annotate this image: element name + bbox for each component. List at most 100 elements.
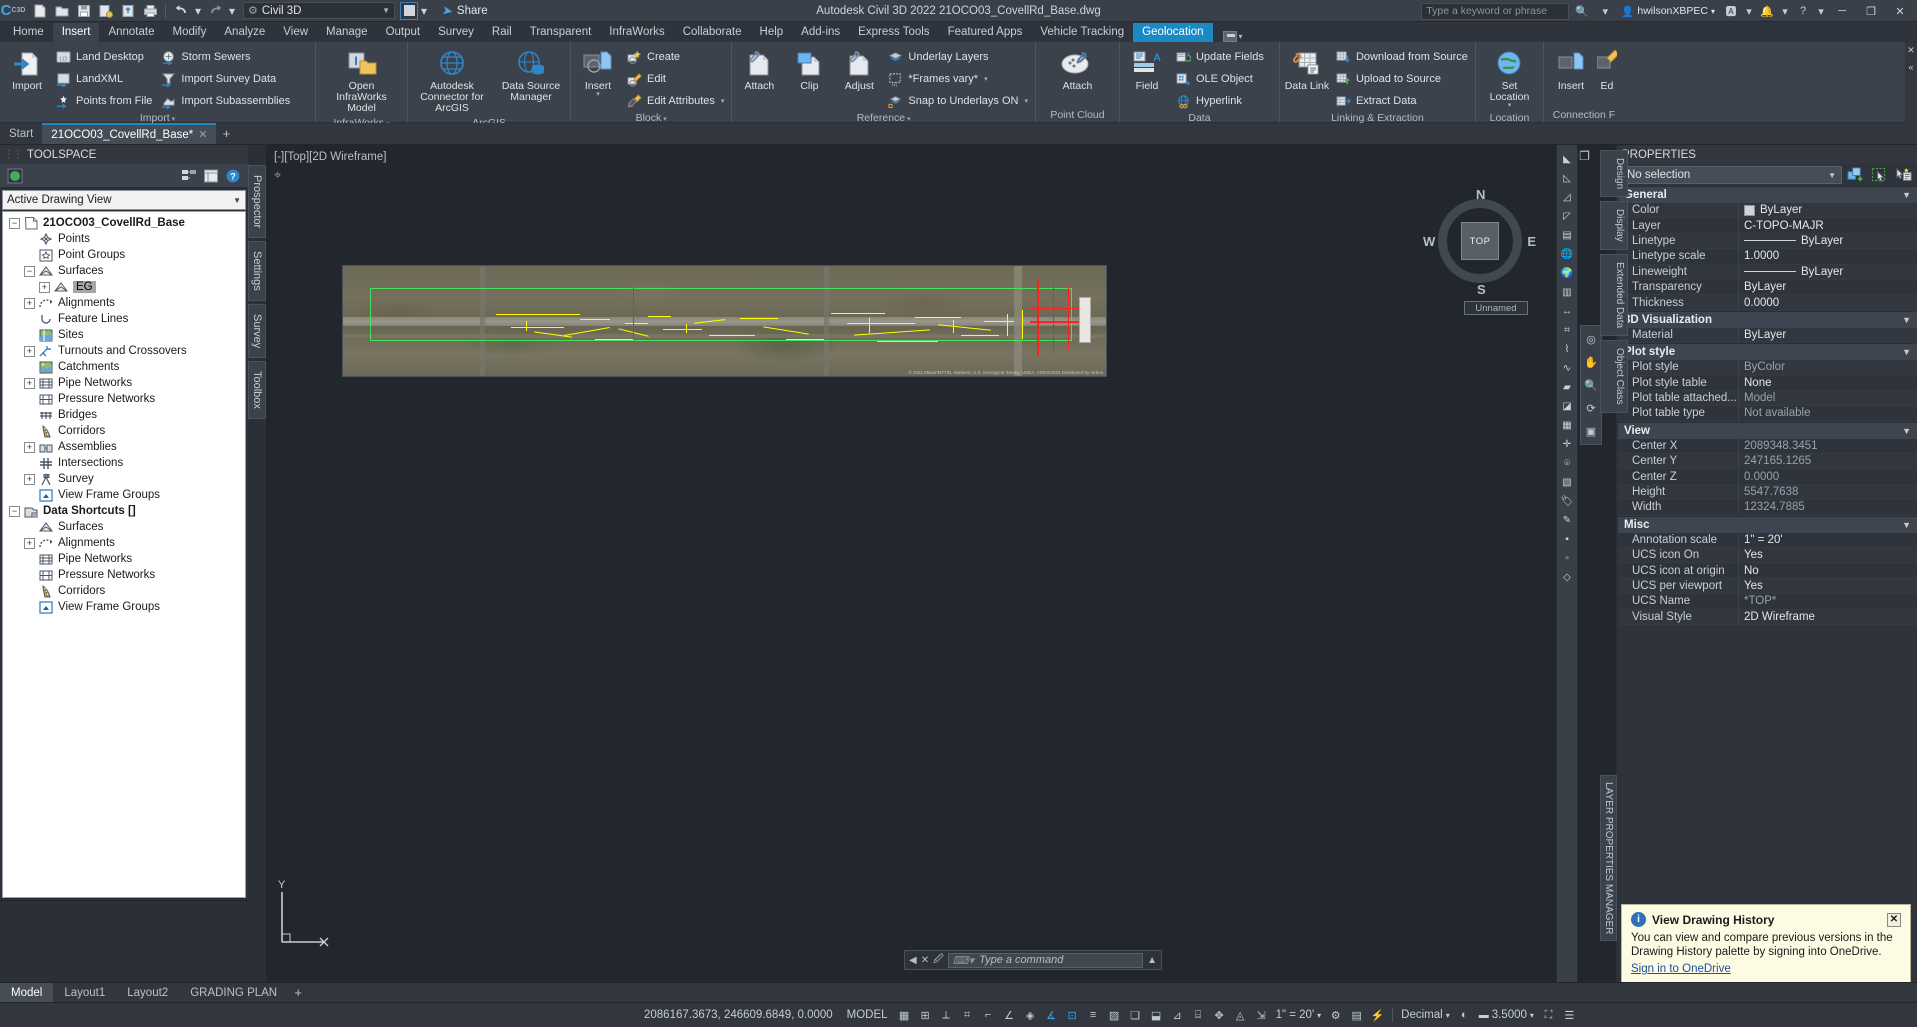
triangle-tools-icon[interactable]: ◺ xyxy=(1558,170,1576,187)
bell-notification-icon[interactable]: 🔔 xyxy=(1757,1,1777,21)
drawing-canvas[interactable]: [-][Top][2D Wireframe] ─ ❐ ✕ ⌖ xyxy=(266,145,1616,982)
open-infraworks-model-button[interactable]: I Open InfraWorks Model xyxy=(330,46,394,116)
tree-item-corridors[interactable]: Corridors xyxy=(3,583,245,599)
viewport-label[interactable]: [-][Top][2D Wireframe] xyxy=(274,151,386,163)
selection-filtering-icon[interactable]: ⌸ xyxy=(1188,1003,1209,1027)
property-group-general[interactable]: General ▼ xyxy=(1618,186,1917,203)
ribbon-tab-help[interactable]: Help xyxy=(751,23,793,42)
properties-tab-display[interactable]: Display xyxy=(1600,201,1628,250)
orbit-icon[interactable]: ⟳ xyxy=(1582,398,1600,418)
label-tools-icon[interactable]: 🏷 xyxy=(1558,493,1576,510)
collapse-icon[interactable]: − xyxy=(9,217,20,229)
survey-tools-icon[interactable]: ⌾ xyxy=(1558,455,1576,472)
tree-item-21oco03-covellrd-base[interactable]: − 21OCO03_CovellRd_Base xyxy=(3,215,245,231)
command-input[interactable]: ⌨▾ Type a command xyxy=(947,952,1144,968)
chevron-down-icon[interactable]: ▾ xyxy=(1239,32,1243,41)
ribbon-tab-geolocation[interactable]: Geolocation xyxy=(1133,23,1213,42)
sign-in-onedrive-link[interactable]: Sign in to OneDrive xyxy=(1631,963,1901,975)
tree-item-view-frame-groups[interactable]: View Frame Groups xyxy=(3,487,245,503)
help-search-dropdown-icon[interactable]: ▾ xyxy=(1595,1,1615,21)
property-value[interactable]: C-TOPO-MAJR xyxy=(1738,218,1917,233)
autodesk-logo-icon[interactable]: C C3D xyxy=(0,0,26,22)
expand-icon[interactable]: + xyxy=(39,281,50,293)
ribbon-tab-annotate[interactable]: Annotate xyxy=(99,23,163,42)
layout-tab-grading-plan[interactable]: GRADING PLAN xyxy=(179,983,288,1003)
zoom-extents-icon[interactable]: 🔍 xyxy=(1582,375,1600,395)
document-tab-covellrd[interactable]: 21OCO03_CovellRd_Base* ✕ xyxy=(42,123,217,144)
set-location-button[interactable]: Set Location ▾ xyxy=(1480,46,1538,111)
apps-dropdown-icon[interactable]: ▾ xyxy=(1744,1,1754,21)
property-value[interactable]: ByColor xyxy=(1738,360,1917,375)
hyperlink-button[interactable]: Hyperlink xyxy=(1173,91,1268,111)
redo-icon[interactable] xyxy=(205,1,225,21)
frames-vary-button[interactable]: (x) *Frames vary* ▾ xyxy=(885,69,1032,89)
tree-item-points[interactable]: Points xyxy=(3,231,245,247)
workspace-more-icon[interactable]: ▾ xyxy=(418,1,430,21)
hardware-acceleration-icon[interactable]: ⚡ xyxy=(1367,1003,1388,1027)
tree-item-feature-lines[interactable]: Feature Lines xyxy=(3,311,245,327)
analysis-tools-icon[interactable]: ▧ xyxy=(1558,474,1576,491)
tree-item-pressure-networks[interactable]: Pressure Networks xyxy=(3,567,245,583)
infer-constraints-icon[interactable]: ⟂ xyxy=(936,1003,957,1027)
snap-to-underlays-dropdown-icon[interactable]: ▾ xyxy=(1024,97,1028,105)
view-cube[interactable]: TOP N S E W xyxy=(1423,187,1536,297)
quick-select-icon[interactable] xyxy=(1845,166,1866,185)
toolspace-tab-prospector[interactable]: Prospector xyxy=(248,165,266,239)
misc-tools-icon[interactable]: ◇ xyxy=(1558,569,1576,586)
pipe-tools-icon[interactable]: ⌗ xyxy=(1558,322,1576,339)
save-to-cloud-icon[interactable] xyxy=(118,1,138,21)
showmotion-icon[interactable]: ▣ xyxy=(1582,421,1600,441)
property-value[interactable]: ByLayer xyxy=(1738,233,1917,249)
annotation-visibility-icon[interactable]: ◬ xyxy=(1230,1003,1251,1027)
property-value[interactable]: *TOP* xyxy=(1738,594,1917,609)
tree-item-survey[interactable]: + Survey xyxy=(3,471,245,487)
transparency-display-icon[interactable]: ▨ xyxy=(1104,1003,1125,1027)
select-objects-icon[interactable] xyxy=(1869,166,1890,185)
tree-item-assemblies[interactable]: + Assemblies xyxy=(3,439,245,455)
view-cube-west[interactable]: W xyxy=(1423,234,1435,249)
property-group-view[interactable]: View ▼ xyxy=(1618,421,1917,439)
chevron-down-icon[interactable]: ▼ xyxy=(1902,426,1911,436)
ribbon-tab-collaborate[interactable]: Collaborate xyxy=(674,23,751,42)
object-snap-icon[interactable]: ⊡ xyxy=(1062,1003,1083,1027)
expand-icon[interactable]: + xyxy=(24,537,35,549)
3d-object-snap-icon[interactable]: ⬓ xyxy=(1146,1003,1167,1027)
command-expand-icon[interactable]: ▲ xyxy=(1147,955,1157,966)
set-location-dropdown-icon[interactable]: ▾ xyxy=(1508,102,1512,109)
save-as-icon[interactable] xyxy=(96,1,116,21)
model-space-indicator[interactable]: MODEL xyxy=(841,1009,894,1021)
more-tools-icon[interactable]: ▪ xyxy=(1558,531,1576,548)
tree-item-surfaces[interactable]: − Surfaces xyxy=(3,263,245,279)
ribbon-tab-insert[interactable]: Insert xyxy=(52,23,100,42)
attach-reference-button[interactable]: Attach xyxy=(735,46,783,94)
tree-item-view-frame-groups[interactable]: View Frame Groups xyxy=(3,599,245,615)
underlay-layers-button[interactable]: Underlay Layers xyxy=(885,47,1032,67)
units-selector[interactable]: Decimal ▾ xyxy=(1397,1009,1454,1021)
tree-item-point-groups[interactable]: Point Groups xyxy=(3,247,245,263)
points-from-file-button[interactable]: Points from File xyxy=(53,91,156,111)
ribbon-tab-view[interactable]: View xyxy=(274,23,317,42)
ribbon-tab-transparent[interactable]: Transparent xyxy=(521,23,601,42)
property-value[interactable]: 12324.7885 xyxy=(1738,500,1917,515)
property-value[interactable]: No xyxy=(1738,563,1917,578)
ribbon-minimize-icon[interactable] xyxy=(1222,31,1237,42)
create-block-button[interactable]: Create xyxy=(624,47,728,67)
property-value[interactable]: Not available xyxy=(1738,406,1917,421)
tree-item-pipe-networks[interactable]: + Pipe Networks xyxy=(3,375,245,391)
tree-item-alignments[interactable]: + Alignments xyxy=(3,295,245,311)
property-value[interactable]: ByLayer xyxy=(1738,327,1917,343)
restore-window-button[interactable]: ❐ xyxy=(1858,0,1884,22)
properties-tab-object-class[interactable]: Object Class xyxy=(1600,340,1628,413)
surface-tools-icon[interactable]: ◣ xyxy=(1558,151,1576,168)
coordinates-readout[interactable]: 2086167.3673, 246609.6849, 0.0000 xyxy=(636,1009,841,1021)
property-value[interactable]: 0.0000 xyxy=(1738,469,1917,484)
data-source-manager-button[interactable]: Data Source Manager xyxy=(495,46,567,105)
view-cube-east[interactable]: E xyxy=(1527,234,1536,249)
ribbon-tab-analyze[interactable]: Analyze xyxy=(215,23,274,42)
chevron-down-icon[interactable]: ▼ xyxy=(1902,315,1911,325)
collapse-icon[interactable]: − xyxy=(9,505,20,517)
open-file-icon[interactable] xyxy=(52,1,72,21)
restore-viewport-button[interactable]: ❐ xyxy=(1579,149,1590,163)
undo-icon[interactable] xyxy=(171,1,191,21)
update-fields-button[interactable]: A Update Fields xyxy=(1173,47,1268,67)
